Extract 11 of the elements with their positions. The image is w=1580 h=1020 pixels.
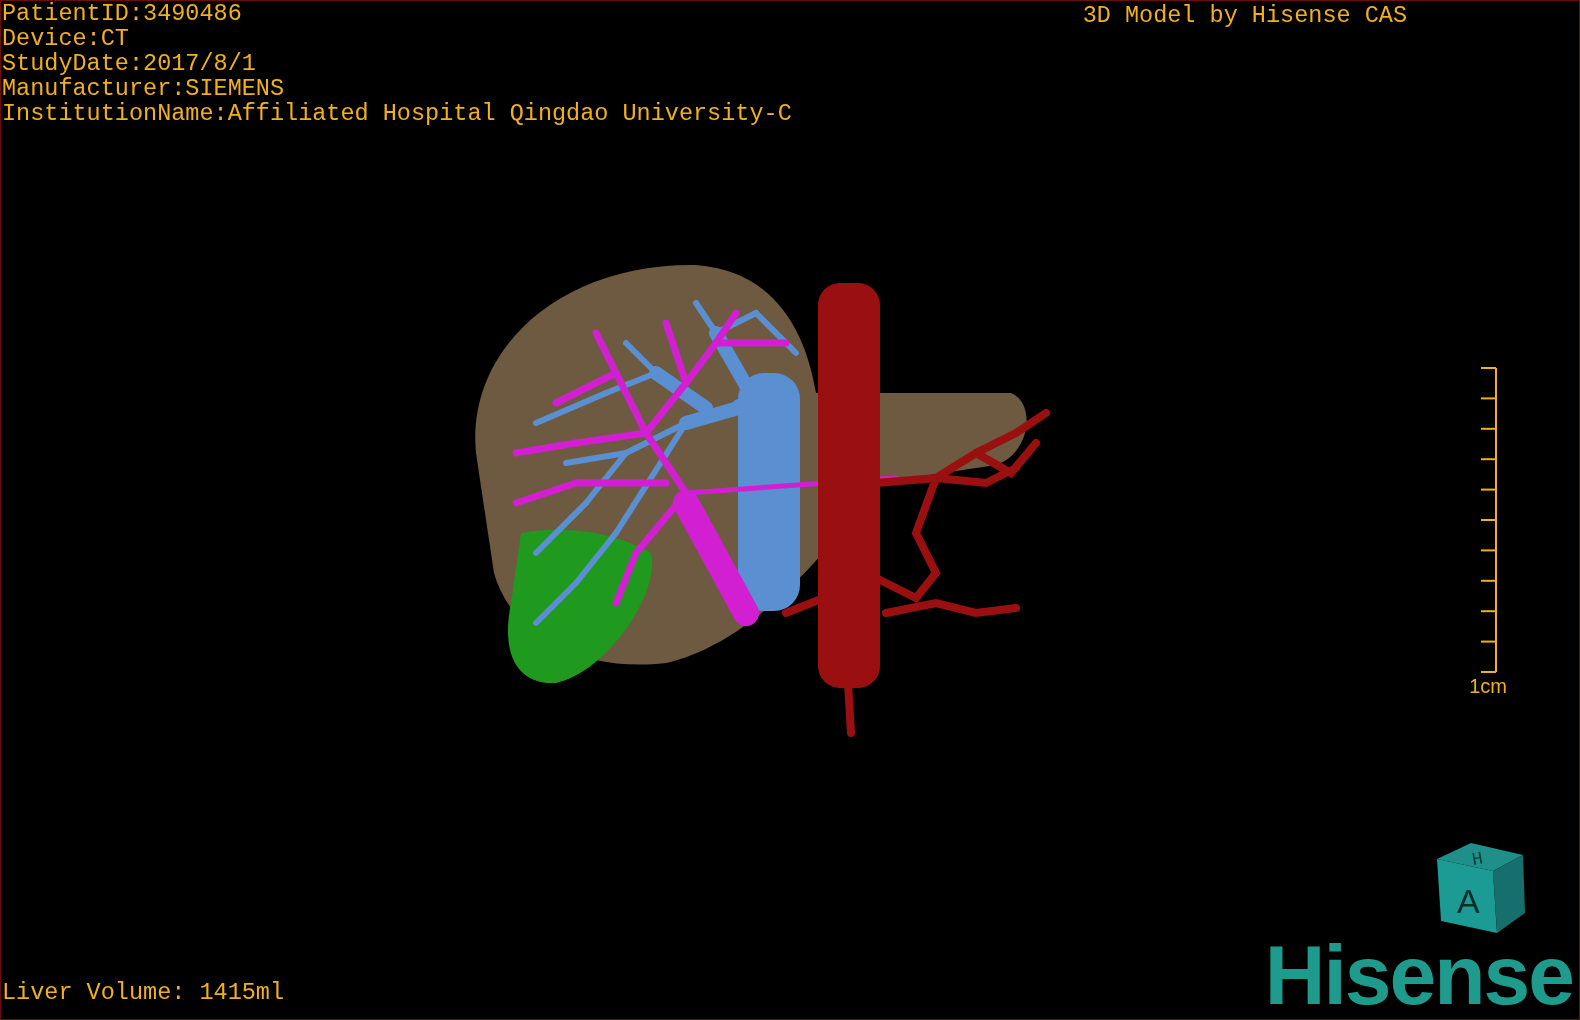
orientation-cube[interactable]: H A <box>1431 841 1527 937</box>
study-info-text: PatientID:3490486 <box>2 1 243 26</box>
study-info-text: InstitutionName:Affiliated Hospital Qingdao University-C <box>2 101 792 126</box>
study-info-text: Manufacturer:SIEMENS <box>2 76 286 101</box>
scale-ruler-icon <box>1479 367 1499 673</box>
scale-label: 1cm <box>1469 675 1507 697</box>
brand-logo-text: Hisense <box>1264 937 1573 1013</box>
liver-volume-text: Liver Volume: 1415ml <box>2 980 285 1005</box>
viewer-title: 3D Model by Hisense CAS <box>1082 3 1407 28</box>
study-info-text: StudyDate:2017/8/1 <box>2 51 257 76</box>
study-info-text: Device:CT <box>2 26 130 51</box>
